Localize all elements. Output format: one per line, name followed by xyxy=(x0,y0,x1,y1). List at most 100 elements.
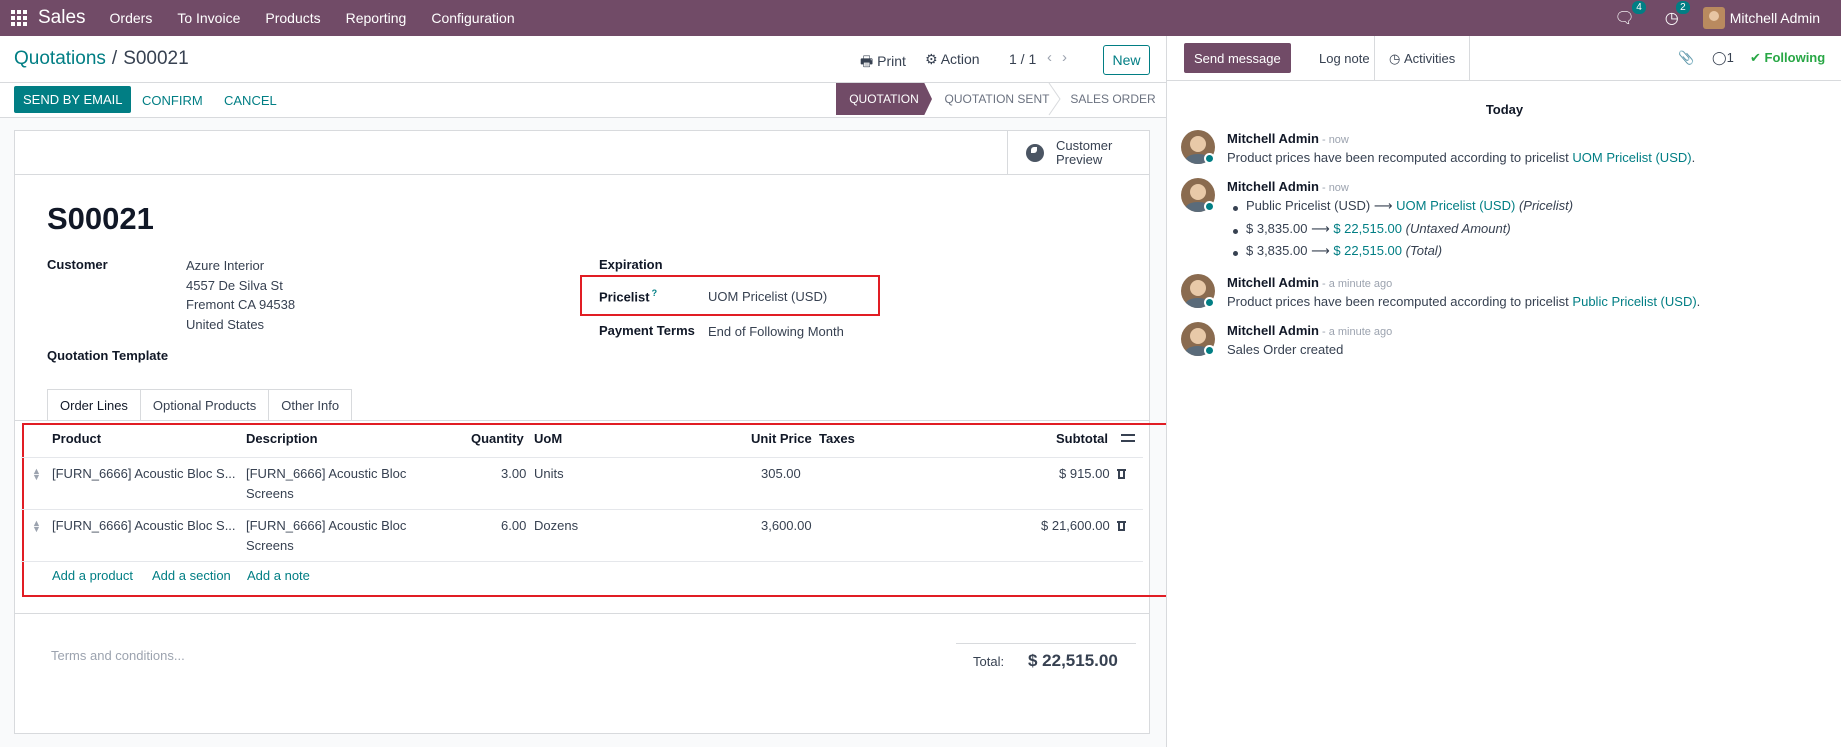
stage-divider xyxy=(1048,83,1061,116)
paperclip-icon[interactable]: 📎 xyxy=(1678,50,1694,66)
stage-quotation-sent[interactable]: QUOTATION SENT xyxy=(938,83,1056,115)
message-author[interactable]: Mitchell Admin - a minute ago xyxy=(1227,323,1392,338)
address-line-3: United States xyxy=(186,317,265,332)
line-quantity[interactable]: 6.00 xyxy=(501,516,526,536)
message-time: - a minute ago xyxy=(1321,278,1393,290)
add-note-link[interactable]: Add a note xyxy=(247,568,310,583)
trash-icon[interactable] xyxy=(1117,468,1126,479)
drag-handle-icon[interactable]: ▲ ▼ xyxy=(32,519,41,534)
message-author[interactable]: Mitchell Admin - now xyxy=(1227,131,1349,146)
stage-sales-order[interactable]: SALES ORDER xyxy=(1060,83,1166,115)
apps-menu-icon[interactable] xyxy=(2,0,36,36)
tracking-line: Public Pricelist (USD) ⟶ UOM Pricelist (… xyxy=(1246,198,1574,213)
followers-button[interactable]: ◯1 xyxy=(1712,50,1734,66)
add-product-link[interactable]: Add a product xyxy=(52,568,133,583)
column-subtotal[interactable]: Subtotal xyxy=(1056,431,1108,446)
chevron-left-icon[interactable]: ‹ xyxy=(1047,49,1062,66)
expiration-label: Expiration xyxy=(599,257,663,272)
quotation-template-label: Quotation Template xyxy=(47,348,169,363)
line-product[interactable]: [FURN_6666] Acoustic Bloc S... xyxy=(52,516,236,536)
line-description-2[interactable]: Screens xyxy=(246,484,294,504)
message-body: Product prices have been recomputed acco… xyxy=(1227,150,1696,165)
line-subtotal: $ 915.00 xyxy=(1059,466,1110,481)
line-uom[interactable]: Units xyxy=(534,464,564,484)
message-author[interactable]: Mitchell Admin - now xyxy=(1227,179,1349,194)
line-unit-price[interactable]: 305.00 xyxy=(761,464,801,484)
column-unit-price[interactable]: Unit Price xyxy=(751,431,812,446)
pricelist-label: Pricelist? xyxy=(599,288,658,305)
status-bar: SEND BY EMAIL CONFIRM CANCEL QUOTATION Q… xyxy=(0,83,1166,118)
column-product[interactable]: Product xyxy=(52,431,101,446)
payment-terms-field[interactable]: End of Following Month xyxy=(708,324,844,339)
column-uom[interactable]: UoM xyxy=(534,431,562,446)
send-by-email-button[interactable]: SEND BY EMAIL xyxy=(14,86,132,113)
customer-name[interactable]: Azure Interior xyxy=(186,258,264,273)
tab-order-lines[interactable]: Order Lines xyxy=(47,389,141,421)
menu-orders[interactable]: Orders xyxy=(110,10,153,26)
pricelist-link[interactable]: UOM Pricelist (USD) xyxy=(1572,150,1691,165)
menu-to-invoice[interactable]: To Invoice xyxy=(177,10,240,26)
online-status-icon xyxy=(1204,297,1215,308)
menu-configuration[interactable]: Configuration xyxy=(431,10,514,26)
optional-columns-icon[interactable] xyxy=(1121,432,1135,444)
pricelist-link[interactable]: Public Pricelist (USD) xyxy=(1572,294,1696,309)
app-name[interactable]: Sales xyxy=(38,7,86,29)
trash-icon[interactable] xyxy=(1117,520,1126,531)
line-description-1[interactable]: [FURN_6666] Acoustic Bloc xyxy=(246,516,406,536)
menu-reporting[interactable]: Reporting xyxy=(346,10,407,26)
address-line-2: Fremont CA 94538 xyxy=(186,297,296,312)
messaging-icon[interactable]: 🗨 4 xyxy=(1614,1,1646,28)
check-icon: ✔ xyxy=(1750,50,1761,65)
clock-icon: ◷ xyxy=(1389,50,1401,66)
line-unit-price[interactable]: 3,600.00 xyxy=(761,516,812,536)
message-author[interactable]: Mitchell Admin - a minute ago xyxy=(1227,275,1392,290)
user-avatar[interactable] xyxy=(1702,7,1725,29)
help-tooltip-icon[interactable]: ? xyxy=(652,288,658,298)
drag-handle-icon[interactable]: ▲ ▼ xyxy=(32,467,41,482)
cancel-button[interactable]: CANCEL xyxy=(224,93,277,108)
line-product[interactable]: [FURN_6666] Acoustic Bloc S... xyxy=(52,464,236,484)
breadcrumb-current: S00021 xyxy=(123,48,189,69)
print-button[interactable]: 🖶 Print xyxy=(860,51,906,75)
payment-terms-label: Payment Terms xyxy=(599,323,695,338)
confirm-button[interactable]: CONFIRM xyxy=(142,93,203,108)
user-name[interactable]: Mitchell Admin xyxy=(1730,10,1820,26)
top-navbar: Sales Orders To Invoice Products Reporti… xyxy=(0,0,1841,36)
line-uom[interactable]: Dozens xyxy=(534,516,578,536)
print-icon: 🖶 xyxy=(860,53,874,69)
arrow-right-icon: ⟶ xyxy=(1311,243,1330,258)
column-taxes[interactable]: Taxes xyxy=(819,431,855,446)
tracking-bullet xyxy=(1233,229,1238,234)
menu-products[interactable]: Products xyxy=(265,10,320,26)
line-description-1[interactable]: [FURN_6666] Acoustic Bloc xyxy=(246,464,406,484)
online-status-icon xyxy=(1204,153,1215,164)
following-button[interactable]: ✔ Following xyxy=(1750,50,1825,66)
line-quantity[interactable]: 3.00 xyxy=(501,464,526,484)
activities-clock-icon[interactable]: ◷ 2 xyxy=(1665,1,1690,28)
customer-preview-button[interactable]: Customer Preview xyxy=(1007,131,1149,175)
new-button[interactable]: New xyxy=(1103,45,1150,75)
chatter-panel: Send message Log note ◷ Activities 📎 ◯1 … xyxy=(1166,36,1841,747)
breadcrumb-quotations[interactable]: Quotations xyxy=(14,48,106,69)
action-button[interactable]: ⚙ Action xyxy=(925,51,980,68)
main-menu: Orders To Invoice Products Reporting Con… xyxy=(110,10,540,26)
activities-button[interactable]: ◷ Activities xyxy=(1374,36,1471,81)
address-line-1: 4557 De Silva St xyxy=(186,278,283,293)
tab-optional-products[interactable]: Optional Products xyxy=(139,389,270,421)
line-subtotal: $ 21,600.00 xyxy=(1041,518,1110,533)
column-quantity[interactable]: Quantity xyxy=(471,431,524,446)
line-description-2[interactable]: Screens xyxy=(246,536,294,556)
tab-other-info[interactable]: Other Info xyxy=(268,389,353,421)
gear-icon: ⚙ xyxy=(925,51,938,67)
message-body: Sales Order created xyxy=(1227,342,1344,357)
column-description[interactable]: Description xyxy=(246,431,318,446)
send-message-button[interactable]: Send message xyxy=(1184,43,1291,73)
chevron-right-icon[interactable]: › xyxy=(1062,49,1077,66)
add-section-link[interactable]: Add a section xyxy=(152,568,231,583)
stage-quotation[interactable]: QUOTATION xyxy=(836,83,932,115)
pager-value[interactable]: 1 / 1 xyxy=(1009,51,1036,67)
pricelist-field[interactable]: UOM Pricelist (USD) xyxy=(708,289,827,304)
terms-input[interactable]: Terms and conditions... xyxy=(51,648,185,663)
log-note-button[interactable]: Log note xyxy=(1305,36,1384,81)
pager-arrows[interactable]: ‹› xyxy=(1047,49,1077,66)
